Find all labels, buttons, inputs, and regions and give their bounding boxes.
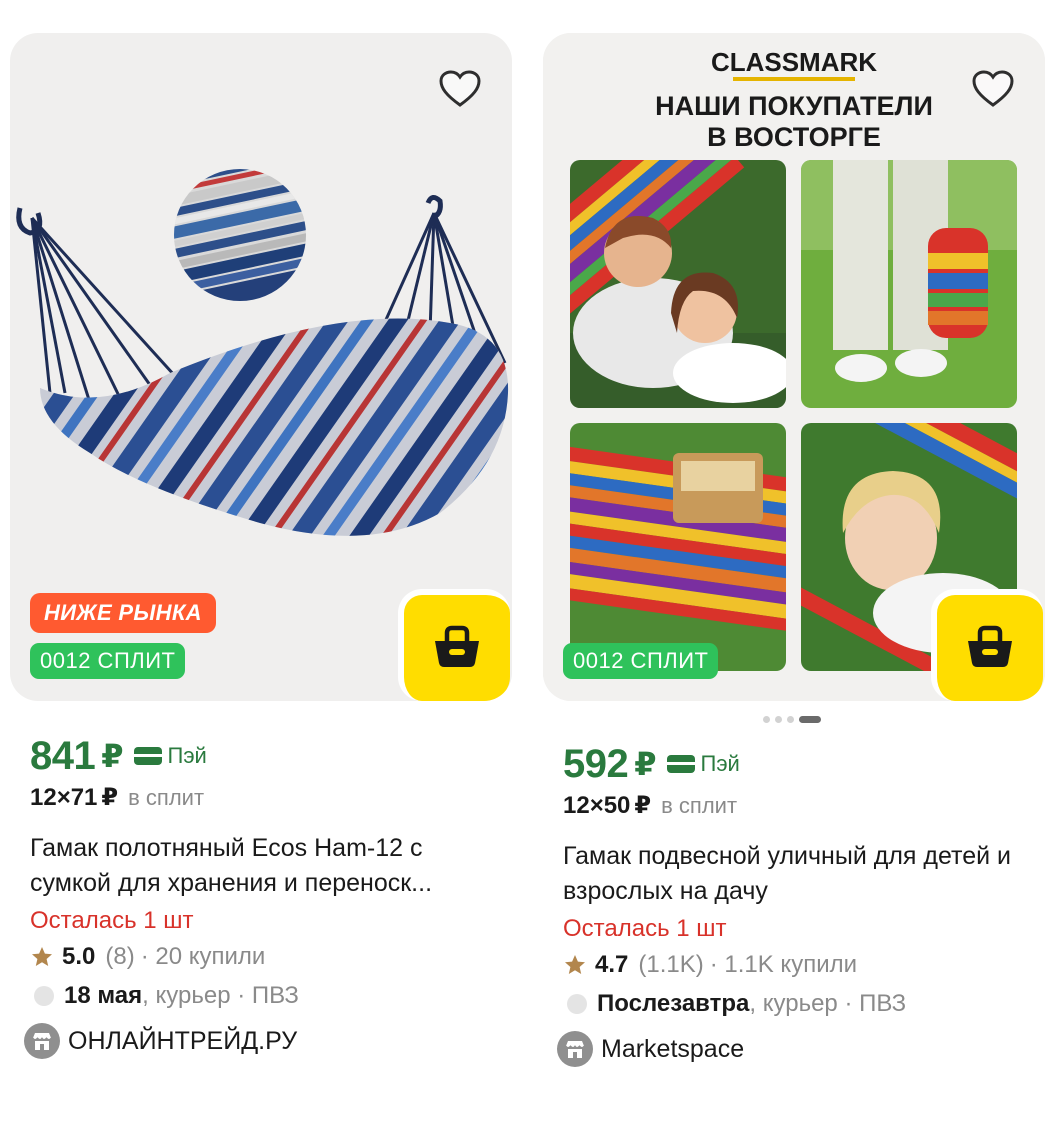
product-image-2[interactable]: CLASSMARK НАШИ ПОКУПАТЕЛИ В ВОСТОРГЕ 001…	[543, 33, 1045, 701]
pay-label: Пэй	[167, 743, 207, 768]
rating-row: 5.0 (8) · 20 купили	[30, 939, 510, 975]
pagination-dot[interactable]	[787, 716, 794, 723]
delivery-date: 18 мая	[64, 982, 143, 1009]
promo-brand: CLASSMARK	[711, 47, 877, 77]
promo-line-2: В ВОСТОРГЕ	[707, 122, 881, 152]
rating-value: 5.0	[62, 943, 96, 970]
delivery-row: 18 мая , курьер · ПВЗ	[30, 975, 510, 1017]
review-count: (8)	[105, 943, 135, 970]
product-title[interactable]: Гамак полотняный Ecos Ham-12 с сумкой дл…	[30, 831, 510, 903]
stock-status: Осталась 1 шт	[30, 907, 194, 934]
pay-card-icon	[133, 746, 162, 766]
delivery-row: Послезавтра , курьер · ПВЗ	[563, 983, 1043, 1025]
shop-row[interactable]: Marketspace	[557, 1025, 1043, 1073]
split-label: в сплит	[661, 793, 738, 818]
favorite-button[interactable]	[969, 67, 1017, 111]
delivery-date: Послезавтра	[597, 990, 750, 1017]
heart-icon	[972, 70, 1014, 107]
split-amount: 12×71	[30, 784, 98, 811]
rating-value: 4.7	[595, 951, 629, 978]
purchase-count: · 1.1K купили	[709, 951, 858, 978]
split-row: 12×50 ₽ в сплит	[563, 791, 1043, 823]
purchase-count: · 20 купили	[140, 943, 266, 970]
promo-line-1: НАШИ ПОКУПАТЕЛИ	[655, 91, 933, 121]
pagination-dot[interactable]	[763, 716, 770, 723]
favorite-button[interactable]	[436, 67, 484, 111]
stock-status: Осталась 1 шт	[563, 915, 727, 942]
product-card-2[interactable]: CLASSMARK НАШИ ПОКУПАТЕЛИ В ВОСТОРГЕ 001…	[543, 0, 1045, 1128]
review-count: (1.1K)	[638, 951, 704, 978]
pagination-dot-active[interactable]	[799, 716, 821, 723]
pagination-dot[interactable]	[775, 716, 782, 723]
heart-icon	[439, 70, 481, 107]
delivery-dot-icon	[567, 994, 587, 1014]
shop-row[interactable]: ОНЛАЙНТРЕЙД.РУ	[24, 1017, 510, 1065]
badges: 0012 СПЛИТ	[563, 643, 719, 679]
delivery-method: , курьер · ПВЗ	[749, 990, 907, 1017]
split-badge: 0012 СПЛИТ	[30, 643, 186, 679]
add-to-cart-button[interactable]	[931, 589, 1043, 701]
shop-icon	[557, 1031, 593, 1067]
price-currency: ₽	[101, 738, 124, 774]
price: 841	[30, 733, 96, 778]
split-currency: ₽	[101, 784, 119, 811]
price-row: 592 ₽ Пэй	[563, 741, 1043, 787]
shop-icon	[24, 1023, 60, 1059]
delivery-dot-icon	[34, 986, 54, 1006]
basket-icon	[435, 625, 479, 667]
split-label: в сплит	[128, 785, 205, 810]
rating-row: 4.7 (1.1K) · 1.1K купили	[563, 947, 1043, 983]
split-row: 12×71 ₽ в сплит	[30, 783, 510, 815]
shop-name[interactable]: Marketspace	[601, 1035, 744, 1064]
price-currency: ₽	[634, 746, 657, 782]
product-title[interactable]: Гамак подвесной уличный для детей и взро…	[563, 839, 1043, 911]
star-icon	[32, 947, 52, 966]
badges: НИЖЕ РЫНКА 0012 СПЛИТ	[30, 593, 216, 679]
product-info-2: 592 ₽ Пэй 12×50 ₽ в сплит Гамак подвесно…	[557, 741, 1043, 1073]
star-icon	[565, 955, 585, 974]
pay-card-icon	[666, 754, 695, 774]
split-badge: 0012 СПЛИТ	[563, 643, 719, 679]
pay-label: Пэй	[700, 751, 740, 776]
product-card-1[interactable]: НИЖЕ РЫНКА 0012 СПЛИТ 841 ₽ Пэй 12×71 ₽ …	[10, 0, 512, 1128]
price-row: 841 ₽ Пэй	[30, 733, 510, 779]
below-market-badge: НИЖЕ РЫНКА	[30, 593, 216, 633]
split-amount: 12×50	[563, 792, 631, 819]
basket-icon	[968, 625, 1012, 667]
add-to-cart-button[interactable]	[398, 589, 510, 701]
product-info-1: 841 ₽ Пэй 12×71 ₽ в сплит Гамак полотнян…	[24, 733, 510, 1065]
delivery-method: , курьер · ПВЗ	[142, 982, 299, 1009]
product-image-1[interactable]: НИЖЕ РЫНКА 0012 СПЛИТ	[10, 33, 512, 701]
price: 592	[563, 741, 629, 786]
shop-name[interactable]: ОНЛАЙНТРЕЙД.РУ	[68, 1027, 297, 1056]
image-pagination[interactable]	[763, 716, 821, 723]
split-currency: ₽	[634, 792, 652, 819]
